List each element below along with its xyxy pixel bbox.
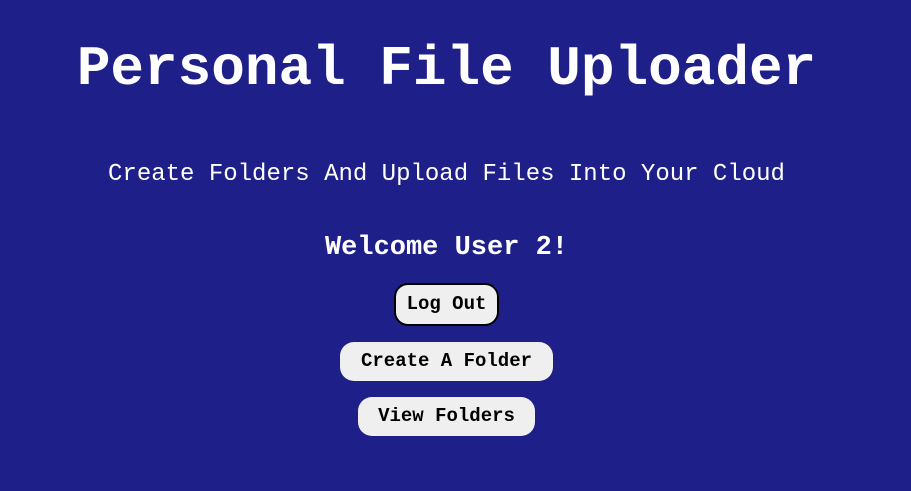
page-subtitle: Create Folders And Upload Files Into You… bbox=[108, 161, 785, 188]
create-folder-button[interactable]: Create A Folder bbox=[340, 342, 553, 381]
welcome-message: Welcome User 2! bbox=[324, 233, 569, 263]
page-container: Personal File Uploader Create Folders An… bbox=[0, 0, 911, 491]
log-out-button[interactable]: Log Out bbox=[394, 283, 499, 326]
view-folders-button[interactable]: View Folders bbox=[358, 397, 535, 436]
page-title: Personal File Uploader bbox=[76, 37, 817, 101]
